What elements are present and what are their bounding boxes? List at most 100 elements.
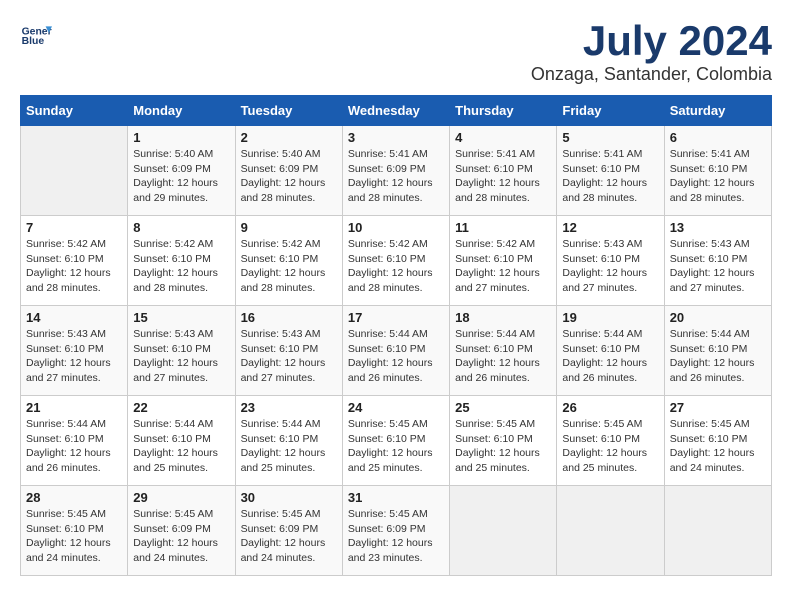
calendar-week-row: 7 Sunrise: 5:42 AM Sunset: 6:10 PM Daylig… — [21, 216, 772, 306]
day-info: Sunrise: 5:41 AM Sunset: 6:10 PM Dayligh… — [562, 147, 658, 206]
day-info: Sunrise: 5:41 AM Sunset: 6:10 PM Dayligh… — [670, 147, 766, 206]
day-info: Sunrise: 5:44 AM Sunset: 6:10 PM Dayligh… — [562, 327, 658, 386]
day-info: Sunrise: 5:45 AM Sunset: 6:10 PM Dayligh… — [562, 417, 658, 476]
day-info: Sunrise: 5:41 AM Sunset: 6:10 PM Dayligh… — [455, 147, 551, 206]
day-number: 14 — [26, 310, 122, 325]
day-number: 21 — [26, 400, 122, 415]
day-number: 24 — [348, 400, 444, 415]
day-info: Sunrise: 5:44 AM Sunset: 6:10 PM Dayligh… — [241, 417, 337, 476]
day-number: 19 — [562, 310, 658, 325]
day-number: 6 — [670, 130, 766, 145]
calendar-cell: 1 Sunrise: 5:40 AM Sunset: 6:09 PM Daylig… — [128, 126, 235, 216]
calendar-week-row: 14 Sunrise: 5:43 AM Sunset: 6:10 PM Dayli… — [21, 306, 772, 396]
calendar-cell: 3Sunrise: 5:41 AM Sunset: 6:09 PM Daylig… — [342, 126, 449, 216]
calendar-body: 1 Sunrise: 5:40 AM Sunset: 6:09 PM Daylig… — [21, 126, 772, 576]
calendar-cell — [21, 126, 128, 216]
day-number: 25 — [455, 400, 551, 415]
day-info: Sunrise: 5:45 AM Sunset: 6:10 PM Dayligh… — [26, 507, 122, 566]
calendar-cell: 14 Sunrise: 5:43 AM Sunset: 6:10 PM Dayli… — [21, 306, 128, 396]
svg-text:Blue: Blue — [22, 36, 45, 47]
column-header-wednesday: Wednesday — [342, 96, 449, 126]
calendar-cell: 19 Sunrise: 5:44 AM Sunset: 6:10 PM Dayli… — [557, 306, 664, 396]
calendar-cell — [557, 486, 664, 576]
calendar-week-row: 1 Sunrise: 5:40 AM Sunset: 6:09 PM Daylig… — [21, 126, 772, 216]
calendar-table: SundayMondayTuesdayWednesdayThursdayFrid… — [20, 95, 772, 576]
day-number: 20 — [670, 310, 766, 325]
calendar-week-row: 21 Sunrise: 5:44 AM Sunset: 6:10 PM Dayli… — [21, 396, 772, 486]
day-number: 23 — [241, 400, 337, 415]
calendar-cell: 5Sunrise: 5:41 AM Sunset: 6:10 PM Daylig… — [557, 126, 664, 216]
day-info: Sunrise: 5:45 AM Sunset: 6:09 PM Dayligh… — [241, 507, 337, 566]
day-number: 4 — [455, 130, 551, 145]
day-info: Sunrise: 5:43 AM Sunset: 6:10 PM Dayligh… — [562, 237, 658, 296]
day-number: 18 — [455, 310, 551, 325]
day-number: 29 — [133, 490, 229, 505]
day-info: Sunrise: 5:43 AM Sunset: 6:10 PM Dayligh… — [133, 327, 229, 386]
day-info: Sunrise: 5:45 AM Sunset: 6:10 PM Dayligh… — [348, 417, 444, 476]
calendar-cell: 9Sunrise: 5:42 AM Sunset: 6:10 PM Daylig… — [235, 216, 342, 306]
calendar-cell: 6 Sunrise: 5:41 AM Sunset: 6:10 PM Daylig… — [664, 126, 771, 216]
month-year-title: July 2024 — [531, 20, 772, 62]
day-number: 13 — [670, 220, 766, 235]
calendar-cell — [664, 486, 771, 576]
day-number: 2 — [241, 130, 337, 145]
day-number: 26 — [562, 400, 658, 415]
day-number: 31 — [348, 490, 444, 505]
day-number: 22 — [133, 400, 229, 415]
calendar-cell: 10Sunrise: 5:42 AM Sunset: 6:10 PM Dayli… — [342, 216, 449, 306]
day-info: Sunrise: 5:44 AM Sunset: 6:10 PM Dayligh… — [670, 327, 766, 386]
calendar-header-row: SundayMondayTuesdayWednesdayThursdayFrid… — [21, 96, 772, 126]
day-info: Sunrise: 5:42 AM Sunset: 6:10 PM Dayligh… — [133, 237, 229, 296]
calendar-cell: 2Sunrise: 5:40 AM Sunset: 6:09 PM Daylig… — [235, 126, 342, 216]
day-number: 1 — [133, 130, 229, 145]
day-info: Sunrise: 5:45 AM Sunset: 6:10 PM Dayligh… — [455, 417, 551, 476]
day-number: 12 — [562, 220, 658, 235]
day-info: Sunrise: 5:44 AM Sunset: 6:10 PM Dayligh… — [26, 417, 122, 476]
column-header-friday: Friday — [557, 96, 664, 126]
day-number: 9 — [241, 220, 337, 235]
day-number: 3 — [348, 130, 444, 145]
calendar-cell: 21 Sunrise: 5:44 AM Sunset: 6:10 PM Dayli… — [21, 396, 128, 486]
day-number: 15 — [133, 310, 229, 325]
logo: General Blue — [20, 20, 52, 52]
day-number: 16 — [241, 310, 337, 325]
calendar-cell: 27Sunrise: 5:45 AM Sunset: 6:10 PM Dayli… — [664, 396, 771, 486]
calendar-cell: 22Sunrise: 5:44 AM Sunset: 6:10 PM Dayli… — [128, 396, 235, 486]
calendar-cell: 15 Sunrise: 5:43 AM Sunset: 6:10 PM Dayli… — [128, 306, 235, 396]
calendar-cell: 24 Sunrise: 5:45 AM Sunset: 6:10 PM Dayli… — [342, 396, 449, 486]
day-info: Sunrise: 5:45 AM Sunset: 6:10 PM Dayligh… — [670, 417, 766, 476]
logo-icon: General Blue — [20, 20, 52, 52]
calendar-cell: 12 Sunrise: 5:43 AM Sunset: 6:10 PM Dayli… — [557, 216, 664, 306]
day-info: Sunrise: 5:45 AM Sunset: 6:09 PM Dayligh… — [348, 507, 444, 566]
calendar-cell: 31 Sunrise: 5:45 AM Sunset: 6:09 PM Dayli… — [342, 486, 449, 576]
calendar-cell: 17Sunrise: 5:44 AM Sunset: 6:10 PM Dayli… — [342, 306, 449, 396]
calendar-cell: 4 Sunrise: 5:41 AM Sunset: 6:10 PM Daylig… — [450, 126, 557, 216]
calendar-cell: 18 Sunrise: 5:44 AM Sunset: 6:10 PM Dayli… — [450, 306, 557, 396]
day-number: 8 — [133, 220, 229, 235]
page-header: General Blue July 2024 Onzaga, Santander… — [20, 20, 772, 85]
calendar-cell: 16 Sunrise: 5:43 AM Sunset: 6:10 PM Dayli… — [235, 306, 342, 396]
day-info: Sunrise: 5:45 AM Sunset: 6:09 PM Dayligh… — [133, 507, 229, 566]
column-header-saturday: Saturday — [664, 96, 771, 126]
calendar-cell: 23 Sunrise: 5:44 AM Sunset: 6:10 PM Dayli… — [235, 396, 342, 486]
calendar-cell: 26 Sunrise: 5:45 AM Sunset: 6:10 PM Dayli… — [557, 396, 664, 486]
calendar-cell: 13Sunrise: 5:43 AM Sunset: 6:10 PM Dayli… — [664, 216, 771, 306]
title-area: July 2024 Onzaga, Santander, Colombia — [531, 20, 772, 85]
day-info: Sunrise: 5:42 AM Sunset: 6:10 PM Dayligh… — [26, 237, 122, 296]
day-number: 30 — [241, 490, 337, 505]
column-header-monday: Monday — [128, 96, 235, 126]
day-info: Sunrise: 5:44 AM Sunset: 6:10 PM Dayligh… — [455, 327, 551, 386]
day-number: 11 — [455, 220, 551, 235]
day-info: Sunrise: 5:40 AM Sunset: 6:09 PM Dayligh… — [133, 147, 229, 206]
calendar-cell: 7 Sunrise: 5:42 AM Sunset: 6:10 PM Daylig… — [21, 216, 128, 306]
calendar-cell: 30 Sunrise: 5:45 AM Sunset: 6:09 PM Dayli… — [235, 486, 342, 576]
calendar-cell: 28 Sunrise: 5:45 AM Sunset: 6:10 PM Dayli… — [21, 486, 128, 576]
day-number: 7 — [26, 220, 122, 235]
calendar-cell — [450, 486, 557, 576]
calendar-cell: 8 Sunrise: 5:42 AM Sunset: 6:10 PM Daylig… — [128, 216, 235, 306]
day-info: Sunrise: 5:43 AM Sunset: 6:10 PM Dayligh… — [241, 327, 337, 386]
calendar-cell: 29 Sunrise: 5:45 AM Sunset: 6:09 PM Dayli… — [128, 486, 235, 576]
day-number: 28 — [26, 490, 122, 505]
day-info: Sunrise: 5:43 AM Sunset: 6:10 PM Dayligh… — [26, 327, 122, 386]
column-header-sunday: Sunday — [21, 96, 128, 126]
